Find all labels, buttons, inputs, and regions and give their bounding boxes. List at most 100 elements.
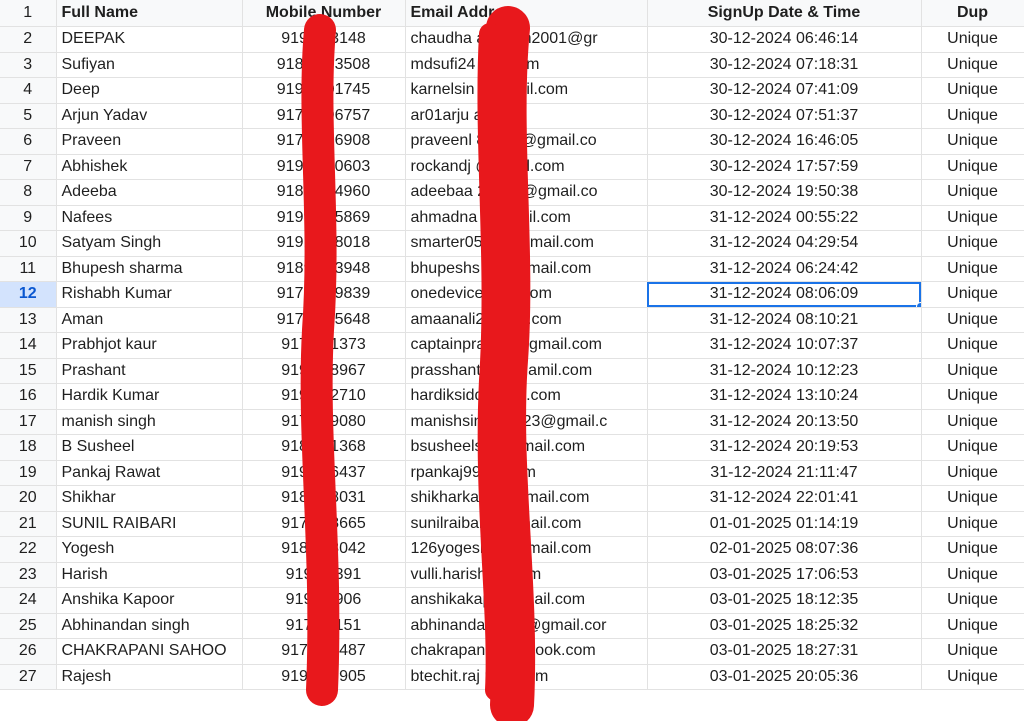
cell-signup-datetime[interactable]: 31-12-2024 20:13:50 [647, 409, 922, 435]
cell-signup-datetime[interactable]: 31-12-2024 13:10:24 [647, 383, 922, 410]
cell-email-address[interactable]: praveenl 88455@gmail.co [405, 128, 648, 155]
column-header-email-address[interactable]: Email Address [405, 0, 648, 27]
cell-dup[interactable]: Unique [921, 536, 1024, 563]
cell-email-address[interactable]: bsusheels 4@gmail.com [405, 434, 648, 461]
cell-dup[interactable]: Unique [921, 358, 1024, 384]
cell-dup[interactable]: Unique [921, 511, 1024, 537]
cell-signup-datetime[interactable]: 31-12-2024 00:55:22 [647, 205, 922, 231]
cell-mobile-number[interactable]: 91999 30603 [242, 154, 406, 180]
cell-mobile-number[interactable]: 91892 24960 [242, 179, 406, 206]
cell-signup-datetime[interactable]: 03-01-2025 20:05:36 [647, 664, 922, 690]
cell-signup-datetime[interactable]: 30-12-2024 17:57:59 [647, 154, 922, 180]
cell-full-name[interactable]: B Susheel [56, 434, 243, 461]
row-number[interactable]: 15 [0, 358, 57, 384]
cell-signup-datetime[interactable]: 31-12-2024 04:29:54 [647, 230, 922, 257]
cell-signup-datetime[interactable]: 03-01-2025 18:12:35 [647, 587, 922, 614]
row-number[interactable]: 7 [0, 154, 57, 180]
cell-email-address[interactable]: shikharkati 8@gmail.com [405, 485, 648, 512]
cell-full-name[interactable]: Prashant [56, 358, 243, 384]
row-number[interactable]: 3 [0, 52, 57, 78]
cell-email-address[interactable]: abhinandan e10@gmail.cor [405, 613, 648, 639]
cell-email-address[interactable]: 126yogeshg @gmail.com [405, 536, 648, 563]
cell-mobile-number[interactable]: 9197 53148 [242, 26, 406, 53]
selected-cell[interactable]: 31-12-2024 08:06:09 [647, 281, 922, 308]
row-number[interactable]: 4 [0, 77, 57, 104]
cell-full-name[interactable]: DEEPAK [56, 26, 243, 53]
row-number[interactable]: 19 [0, 460, 57, 486]
cell-full-name[interactable]: Shikhar [56, 485, 243, 512]
cell-full-name[interactable]: Aman [56, 307, 243, 333]
cell-full-name[interactable]: Nafees [56, 205, 243, 231]
cell-dup[interactable]: Unique [921, 460, 1024, 486]
row-number[interactable]: 5 [0, 103, 57, 129]
column-header-mobile-number[interactable]: Mobile Number [242, 0, 406, 27]
cell-signup-datetime[interactable]: 30-12-2024 16:46:05 [647, 128, 922, 155]
cell-mobile-number[interactable]: 91945 9905 [242, 664, 406, 690]
cell-full-name[interactable]: Harish [56, 562, 243, 588]
cell-signup-datetime[interactable]: 31-12-2024 08:10:21 [647, 307, 922, 333]
cell-full-name[interactable]: Pankaj Rawat [56, 460, 243, 486]
cell-signup-datetime[interactable]: 02-01-2025 08:07:36 [647, 536, 922, 563]
cell-email-address[interactable]: hardiksidd gmail.com [405, 383, 648, 410]
cell-email-address[interactable]: karnelsin @gmail.com [405, 77, 648, 104]
cell-full-name[interactable]: SUNIL RAIBARI [56, 511, 243, 537]
cell-mobile-number[interactable]: 91997 906 [242, 587, 406, 614]
cell-email-address[interactable]: captainpra aur@gmail.com [405, 332, 648, 359]
cell-full-name[interactable]: Sufiyan [56, 52, 243, 78]
cell-mobile-number[interactable]: 91895 8042 [242, 536, 406, 563]
cell-mobile-number[interactable]: 91928 01745 [242, 77, 406, 104]
cell-mobile-number[interactable]: 91789 8665 [242, 511, 406, 537]
row-number[interactable]: 11 [0, 256, 57, 282]
cell-email-address[interactable]: chakrapani @outlook.com [405, 638, 648, 665]
cell-dup[interactable]: Unique [921, 103, 1024, 129]
cell-full-name[interactable]: Hardik Kumar [56, 383, 243, 410]
cell-email-address[interactable]: adeebaa 23456@gmail.co [405, 179, 648, 206]
cell-email-address[interactable]: amaanali2 gmail.com [405, 307, 648, 333]
row-number[interactable]: 12 [0, 281, 57, 308]
row-number[interactable]: 8 [0, 179, 57, 206]
row-number[interactable]: 14 [0, 332, 57, 359]
cell-email-address[interactable]: onedevice mail.com [405, 281, 648, 308]
cell-full-name[interactable]: Prabhjot kaur [56, 332, 243, 359]
cell-mobile-number[interactable]: 91948 2710 [242, 383, 406, 410]
cell-email-address[interactable]: vulli.harish ail.com [405, 562, 648, 588]
cell-full-name[interactable]: Deep [56, 77, 243, 104]
cell-signup-datetime[interactable]: 03-01-2025 17:06:53 [647, 562, 922, 588]
cell-signup-datetime[interactable]: 31-12-2024 22:01:41 [647, 485, 922, 512]
cell-mobile-number[interactable]: 91800 93508 [242, 52, 406, 78]
cell-full-name[interactable]: Yogesh [56, 536, 243, 563]
column-header-full-name[interactable]: Full Name [56, 0, 243, 27]
cell-dup[interactable]: Unique [921, 77, 1024, 104]
row-number[interactable]: 23 [0, 562, 57, 588]
cell-full-name[interactable]: CHAKRAPANI SAHOO [56, 638, 243, 665]
cell-full-name[interactable]: Abhishek [56, 154, 243, 180]
row-number[interactable]: 2 [0, 26, 57, 53]
cell-dup[interactable]: Unique [921, 26, 1024, 53]
cell-signup-datetime[interactable]: 31-12-2024 20:19:53 [647, 434, 922, 461]
fill-handle[interactable] [915, 301, 920, 307]
cell-email-address[interactable]: sunilraibari @gmail.com [405, 511, 648, 537]
column-header-dup[interactable]: Dup [921, 0, 1024, 27]
cell-email-address[interactable]: anshikakap @gmail.com [405, 587, 648, 614]
cell-mobile-number[interactable]: 91913 18018 [242, 230, 406, 257]
cell-email-address[interactable]: bhupeshs 67@gmail.com [405, 256, 648, 282]
column-header-signup-datetime[interactable]: SignUp Date & Time [647, 0, 922, 27]
cell-dup[interactable]: Unique [921, 128, 1024, 155]
row-number[interactable]: 24 [0, 587, 57, 614]
cell-full-name[interactable]: manish singh [56, 409, 243, 435]
cell-full-name[interactable]: Praveen [56, 128, 243, 155]
row-number[interactable]: 26 [0, 638, 57, 665]
cell-mobile-number[interactable]: 91720 66908 [242, 128, 406, 155]
cell-dup[interactable]: Unique [921, 332, 1024, 359]
cell-full-name[interactable]: Rajesh [56, 664, 243, 690]
row-number[interactable]: 1 [0, 0, 57, 27]
cell-dup[interactable]: Unique [921, 154, 1024, 180]
cell-mobile-number[interactable]: 91721 1373 [242, 332, 406, 359]
cell-full-name[interactable]: Abhinandan singh [56, 613, 243, 639]
cell-email-address[interactable]: prasshantp 5@gamil.com [405, 358, 648, 384]
cell-mobile-number[interactable]: 91956 6437 [242, 460, 406, 486]
cell-full-name[interactable]: Satyam Singh [56, 230, 243, 257]
cell-full-name[interactable]: Rishabh Kumar [56, 281, 243, 308]
cell-email-address[interactable]: manishsin uhan23@gmail.c [405, 409, 648, 435]
cell-mobile-number[interactable]: 91798 39839 [242, 281, 406, 308]
